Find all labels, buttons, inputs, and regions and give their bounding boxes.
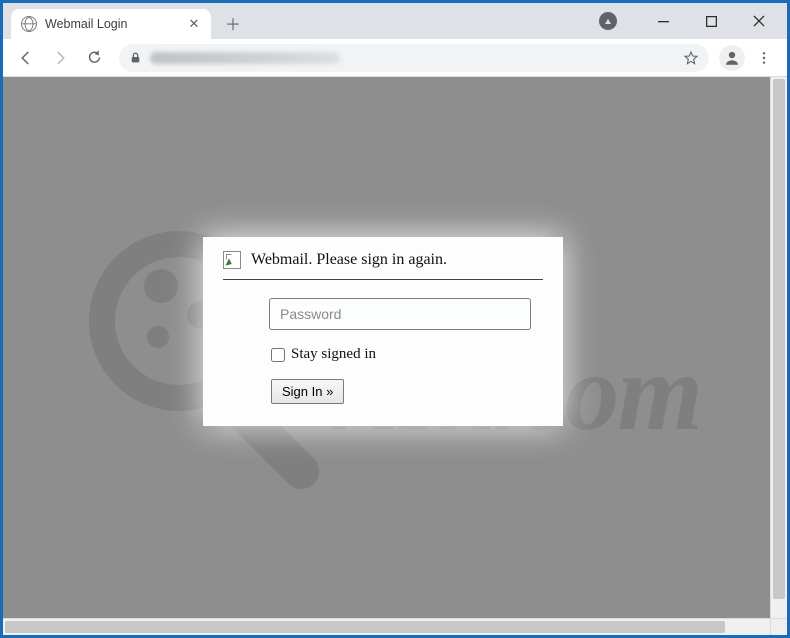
profile-indicator-icon[interactable]: [599, 12, 617, 30]
horizontal-scrollbar[interactable]: [3, 618, 770, 635]
browser-toolbar: [3, 39, 787, 77]
horizontal-scrollbar-thumb[interactable]: [5, 621, 725, 633]
close-tab-icon[interactable]: ✕: [187, 17, 201, 31]
login-header: Webmail. Please sign in again.: [223, 251, 543, 280]
minimize-button[interactable]: [641, 6, 685, 36]
back-button[interactable]: [11, 43, 41, 73]
broken-image-icon: [223, 251, 241, 269]
vertical-scrollbar-thumb[interactable]: [773, 79, 785, 599]
browser-menu-button[interactable]: [749, 43, 779, 73]
login-title: Webmail. Please sign in again.: [251, 251, 447, 269]
tab-title: Webmail Login: [45, 17, 179, 31]
url-text-obscured: [150, 52, 340, 64]
forward-button[interactable]: [45, 43, 75, 73]
login-panel: Webmail. Please sign in again. Stay sign…: [203, 237, 563, 426]
close-window-button[interactable]: [737, 6, 781, 36]
maximize-button[interactable]: [689, 6, 733, 36]
stay-signed-in-label: Stay signed in: [291, 346, 376, 363]
vertical-scrollbar[interactable]: [770, 77, 787, 618]
browser-window: Webmail Login ✕ ＋: [3, 3, 787, 635]
stay-signed-in-row[interactable]: Stay signed in: [271, 346, 543, 363]
scrollbar-corner: [770, 618, 787, 635]
profile-avatar-button[interactable]: [719, 45, 745, 71]
sign-in-button[interactable]: Sign In »: [271, 379, 344, 404]
lock-icon: [129, 51, 142, 64]
stay-signed-in-checkbox[interactable]: [271, 348, 285, 362]
reload-button[interactable]: [79, 43, 109, 73]
password-input[interactable]: [269, 298, 531, 330]
globe-icon: [21, 16, 37, 32]
browser-tab-active[interactable]: Webmail Login ✕: [11, 9, 211, 39]
tab-strip: Webmail Login ✕ ＋: [3, 3, 787, 39]
page-viewport: PCrisk.com Webmail. Please sign in again…: [3, 77, 787, 635]
address-bar[interactable]: [119, 44, 709, 72]
window-controls: [599, 3, 787, 39]
new-tab-button[interactable]: ＋: [219, 9, 247, 37]
bookmark-star-icon[interactable]: [683, 50, 699, 66]
